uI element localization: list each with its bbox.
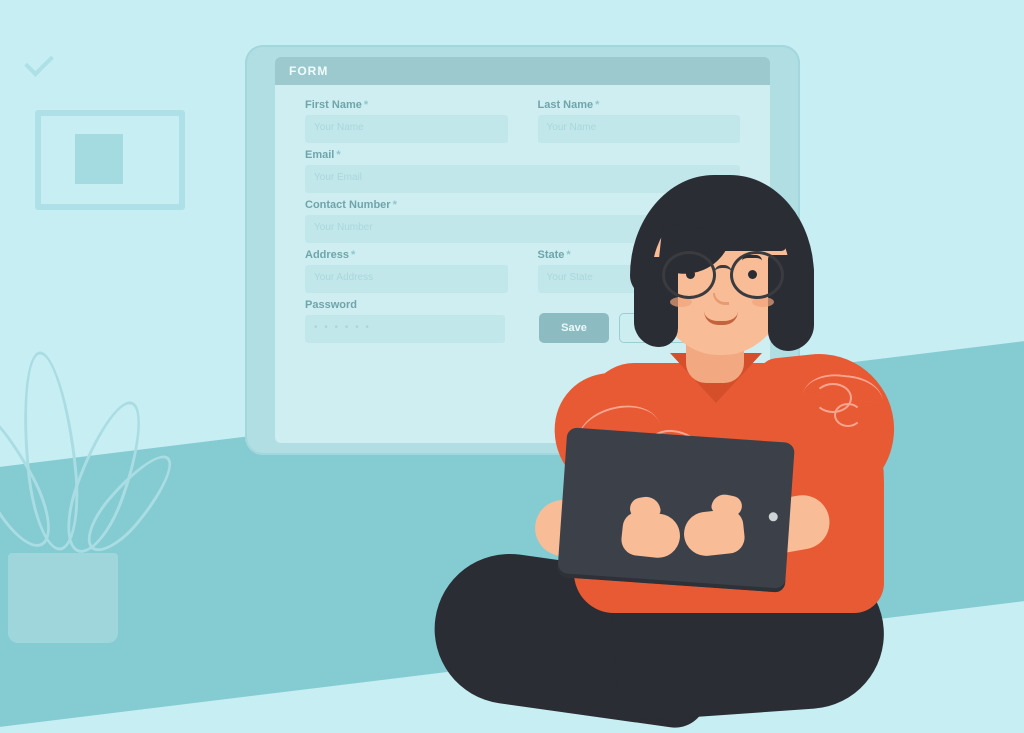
handheld-tablet bbox=[557, 427, 795, 593]
last-name-label: Last Name* bbox=[538, 99, 741, 111]
last-name-input[interactable]: Your Name bbox=[538, 115, 741, 143]
first-name-input[interactable]: Your Name bbox=[305, 115, 508, 143]
checkmark-decoration bbox=[24, 47, 54, 77]
wall-picture-frame bbox=[35, 110, 185, 210]
first-name-label: First Name* bbox=[305, 99, 508, 111]
form-title: FORM bbox=[275, 57, 770, 85]
plant-decoration bbox=[0, 343, 170, 643]
person-illustration bbox=[424, 143, 944, 703]
